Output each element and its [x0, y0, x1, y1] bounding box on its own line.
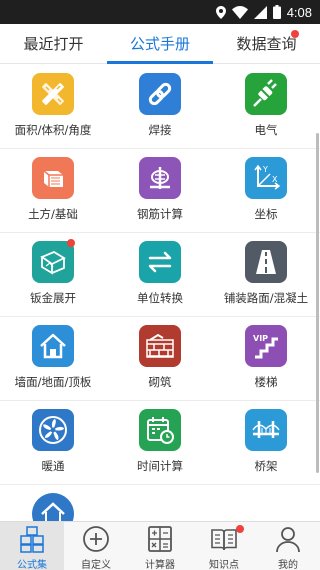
nav-knowledge-badge — [236, 525, 244, 533]
road-icon — [245, 241, 287, 283]
battery-icon — [272, 5, 281, 19]
house-icon — [32, 325, 74, 367]
grid-item-label: 钣金展开 — [30, 291, 76, 305]
grid-item-rebar-calculation[interactable]: 钢筋计算 — [107, 149, 213, 233]
fan-icon — [32, 409, 74, 451]
calculator-icon — [148, 526, 172, 552]
person-icon — [276, 527, 300, 553]
grid-item-label: 面积/体积/角度 — [14, 123, 92, 137]
grid-row: 暖通 时间计算 桥架 — [0, 401, 320, 485]
nav-knowledge[interactable]: 知识点 — [192, 522, 256, 570]
grid-item-welding[interactable]: 焊接 — [107, 65, 213, 149]
open-book-icon — [211, 529, 237, 551]
grid-item-cable-tray[interactable]: 桥架 — [213, 401, 319, 485]
bridge-icon — [245, 409, 287, 451]
tab-data-query-label: 数据查询 — [236, 35, 297, 53]
grid-item-masonry[interactable]: 砌筑 — [107, 317, 213, 401]
bottom-nav: 公式集 自定义 计算器 知识点 我的 — [0, 521, 320, 570]
vip-label: VIP — [253, 334, 268, 343]
grid-item-stairs[interactable]: VIP 楼梯 — [213, 317, 319, 401]
grid-item-area-volume-angle[interactable]: 面积/体积/角度 — [0, 65, 106, 149]
active-tab-indicator — [107, 61, 213, 64]
plus-circle-icon — [83, 526, 109, 552]
grid-item-label: 楼梯 — [254, 375, 278, 389]
grid-item-label: 电气 — [254, 123, 278, 137]
nav-formula-set-label: 公式集 — [17, 560, 47, 570]
stairs-icon: VIP — [245, 325, 287, 367]
grid-item-label: 坐标 — [254, 207, 278, 221]
rebar-icon — [139, 157, 181, 199]
wifi-icon — [231, 5, 248, 19]
scrollbar[interactable] — [316, 133, 319, 473]
grid-item-label: 土方/基础 — [28, 207, 78, 221]
grid-item-label: 暖通 — [41, 459, 65, 473]
grid-item-label: 墙面/地面/顶板 — [14, 375, 92, 389]
status-icons: 4:08 — [215, 3, 312, 21]
grid-item-label: 单位转换 — [137, 291, 183, 305]
grid-item-wall-floor-ceiling[interactable]: 墙面/地面/顶板 — [0, 317, 106, 401]
nav-mine[interactable]: 我的 — [256, 522, 320, 570]
tab-recent-label: 最近打开 — [23, 35, 84, 53]
grid-item-electrical[interactable]: 电气 — [213, 65, 319, 149]
grid-item-hvac[interactable]: 暖通 — [0, 401, 106, 485]
nav-custom[interactable]: 自定义 — [64, 522, 128, 570]
calendar-clock-icon — [139, 409, 181, 451]
tab-formula-manual-label: 公式手册 — [129, 35, 190, 53]
nav-calculator-label: 计算器 — [145, 560, 175, 570]
tab-recent[interactable]: 最近打开 — [0, 24, 107, 64]
grid-item-badge — [67, 239, 75, 247]
grid-item-label: 焊接 — [148, 123, 172, 137]
axis-y-text: Y — [262, 165, 268, 174]
formula-grid: 面积/体积/角度 焊接 电气 土方/基础 钢筋计算 Y X 坐标 钣金展开 单位… — [0, 65, 320, 521]
grid-row: 墙面/地面/顶板 砌筑 VIP 楼梯 — [0, 317, 320, 401]
grid-item-partial[interactable] — [0, 485, 106, 521]
signal-icon — [253, 5, 267, 19]
nav-custom-label: 自定义 — [81, 560, 111, 570]
grid-item-paving-concrete[interactable]: 铺装路面/混凝土 — [213, 233, 319, 317]
axes-icon: Y X — [245, 157, 287, 199]
grid-row — [0, 485, 320, 521]
nav-mine-label: 我的 — [278, 560, 298, 570]
grid-item-coordinates[interactable]: Y X 坐标 — [213, 149, 319, 233]
formula-blocks-icon — [20, 526, 44, 553]
nav-knowledge-label: 知识点 — [209, 560, 239, 570]
grid-row: 钣金展开 单位转换 铺装路面/混凝土 — [0, 233, 320, 317]
chain-link-icon — [139, 73, 181, 115]
grid-row: 土方/基础 钢筋计算 Y X 坐标 — [0, 149, 320, 233]
grid-item-earthwork-foundation[interactable]: 土方/基础 — [0, 149, 106, 233]
nav-formula-set[interactable]: 公式集 — [0, 522, 64, 570]
grid-item-sheet-metal-unfolding[interactable]: 钣金展开 — [0, 233, 106, 317]
plug-icon — [245, 73, 287, 115]
grid-row: 面积/体积/角度 焊接 电气 — [0, 65, 320, 149]
status-bar: 4:08 — [0, 0, 320, 24]
sheet-metal-icon — [32, 241, 74, 283]
grid-item-unit-conversion[interactable]: 单位转换 — [107, 233, 213, 317]
top-tab-bar: 最近打开 公式手册 数据查询 — [0, 24, 320, 64]
earth-block-icon — [32, 157, 74, 199]
brick-wall-icon — [139, 325, 181, 367]
tab-formula-manual[interactable]: 公式手册 — [107, 24, 213, 64]
ruler-pencil-icon — [32, 73, 74, 115]
grid-item-label: 钢筋计算 — [137, 207, 183, 221]
grid-item-label: 时间计算 — [137, 459, 183, 473]
swap-arrows-icon — [139, 241, 181, 283]
house-icon — [32, 493, 74, 521]
axis-x-text: X — [272, 175, 278, 184]
grid-item-label: 砌筑 — [148, 375, 172, 389]
grid-item-label: 铺装路面/混凝土 — [223, 291, 309, 305]
location-icon — [215, 5, 226, 19]
grid-item-label: 桥架 — [254, 459, 278, 473]
tab-data-query-badge — [291, 30, 299, 38]
nav-calculator[interactable]: 计算器 — [128, 522, 192, 570]
tab-data-query[interactable]: 数据查询 — [213, 24, 320, 64]
status-time: 4:08 — [286, 4, 312, 20]
grid-item-time-calculation[interactable]: 时间计算 — [107, 401, 213, 485]
